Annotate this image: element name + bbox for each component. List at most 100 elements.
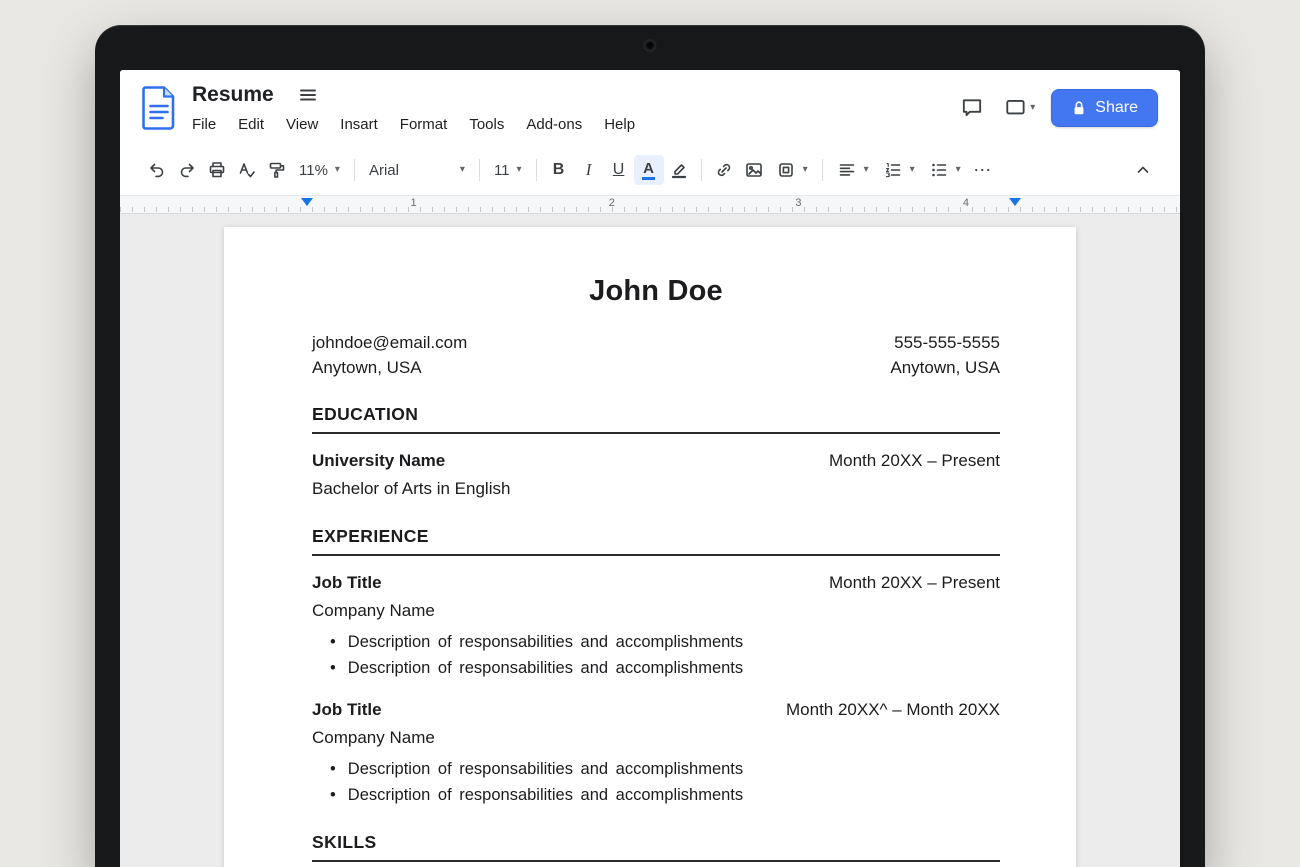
contact-phone: 555-555-5555 (894, 330, 1000, 355)
title-block: Resume File Edit View Insart Format Tool… (192, 79, 635, 136)
paint-format-button[interactable] (262, 155, 292, 185)
collapse-toolbar-button[interactable] (1128, 155, 1158, 185)
spellcheck-button[interactable] (232, 155, 262, 185)
bullet-text: Description of responsabilities and acco… (348, 756, 743, 782)
text-box-dropdown[interactable]: ▾ (769, 155, 815, 185)
menu-tools[interactable]: Tools (469, 114, 504, 136)
align-caret-icon: ▾ (864, 165, 869, 175)
job-2-company: Company Name (312, 726, 1000, 749)
toolbar-divider (536, 159, 537, 181)
education-heading: EDUCATION (312, 404, 1000, 434)
align-icon (837, 160, 857, 180)
job-2-title: Job Title (312, 698, 382, 721)
contact-city-right: Anytown, USA (890, 355, 1000, 380)
bullet-text: Description of responsabilities and acco… (348, 655, 743, 681)
bullet-item: • Description of responsabilities and ac… (312, 655, 1000, 681)
bold-button[interactable]: B (544, 155, 574, 185)
comment-icon[interactable] (956, 92, 988, 124)
insert-link-button[interactable] (709, 155, 739, 185)
bulleted-list-dropdown[interactable]: ▾ (922, 155, 968, 185)
resume-name: John Doe (312, 275, 1000, 308)
toolbar-divider (479, 159, 480, 181)
present-button[interactable]: ▾ (1004, 96, 1035, 120)
font-caret-icon: ▾ (460, 165, 465, 175)
print-button[interactable] (202, 155, 232, 185)
ruler-ticks (120, 207, 1180, 212)
skills-heading: SKILLS (312, 832, 1000, 862)
numbered-list-dropdown[interactable]: ▾ (876, 155, 922, 185)
ruler[interactable]: 1 2 3 4 (120, 195, 1180, 214)
insert-image-button[interactable] (739, 155, 769, 185)
font-size-caret-icon: ▾ (517, 165, 522, 175)
ruler-mark-3: 3 (795, 197, 801, 209)
menu-format[interactable]: Format (400, 114, 448, 136)
experience-heading: EXPERIENCE (312, 526, 1000, 556)
italic-button[interactable]: I (574, 155, 604, 185)
present-caret-icon[interactable]: ▾ (1030, 103, 1035, 113)
bulleted-list-icon (929, 160, 949, 180)
text-color-button[interactable]: A (634, 155, 664, 185)
job-2-bullets: • Description of responsabilities and ac… (312, 756, 1000, 808)
docs-header: Resume File Edit View Insart Format Tool… (120, 70, 1180, 145)
bullet-item: • Description of responsabilities and ac… (312, 629, 1000, 655)
ruler-mark-2: 2 (609, 197, 615, 209)
docs-logo-icon[interactable] (142, 86, 176, 130)
toolbar-divider (701, 159, 702, 181)
education-degree: Bachelor of Arts in English (312, 477, 1000, 500)
menubar: File Edit View Insart Format Tools Add-o… (192, 114, 635, 136)
hamburger-menu-icon[interactable] (292, 79, 324, 111)
more-options-button[interactable]: ⋯ (968, 155, 998, 185)
text-box-icon (776, 160, 796, 180)
menu-view[interactable]: View (286, 114, 318, 136)
redo-button[interactable] (172, 155, 202, 185)
laptop-frame: Resume File Edit View Insart Format Tool… (95, 25, 1205, 867)
zoom-dropdown[interactable]: 11% ▾ (292, 155, 347, 185)
job-2-row: Job Title Month 20XX^ – Month 20XX (312, 698, 1000, 721)
job-1-bullets: • Description of responsabilities and ac… (312, 629, 1000, 681)
contact-row-1: johndoe@email.com 555-555-5555 (312, 330, 1000, 355)
bullet-dot: • (330, 756, 336, 782)
bulleted-list-caret-icon: ▾ (956, 165, 961, 175)
toolbar-divider (354, 159, 355, 181)
education-entry: University Name Month 20XX – Present (312, 449, 1000, 472)
font-family-dropdown[interactable]: Arial ▾ (362, 155, 472, 185)
job-1-title: Job Title (312, 571, 382, 594)
contact-email: johndoe@email.com (312, 330, 467, 355)
document-canvas: John Doe johndoe@email.com 555-555-5555 … (120, 214, 1180, 867)
zoom-caret-icon: ▾ (335, 165, 340, 175)
right-indent-marker[interactable] (1009, 198, 1021, 206)
job-2-dates: Month 20XX^ – Month 20XX (786, 698, 1000, 721)
app-window: Resume File Edit View Insart Format Tool… (120, 70, 1180, 867)
contact-city-left: Anytown, USA (312, 355, 422, 380)
job-1-row: Job Title Month 20XX – Present (312, 571, 1000, 594)
document-page[interactable]: John Doe johndoe@email.com 555-555-5555 … (224, 227, 1076, 867)
bullet-text: Description of responsabilities and acco… (348, 782, 743, 808)
header-actions: ▾ Share (956, 89, 1158, 127)
share-button[interactable]: Share (1051, 89, 1158, 127)
contact-row-2: Anytown, USA Anytown, USA (312, 355, 1000, 380)
bullet-text: Description of responsabilities and acco… (348, 629, 743, 655)
bullet-dot: • (330, 629, 336, 655)
font-size-dropdown[interactable]: 11 ▾ (487, 155, 529, 185)
zoom-value: 11% (299, 162, 328, 179)
undo-button[interactable] (142, 155, 172, 185)
menu-addons[interactable]: Add-ons (526, 114, 582, 136)
toolbar-divider (822, 159, 823, 181)
menu-help[interactable]: Help (604, 114, 635, 136)
bullet-dot: • (330, 782, 336, 808)
bullet-item: • Description of responsabilities and ac… (312, 782, 1000, 808)
numbered-list-icon (883, 160, 903, 180)
menu-insert[interactable]: Insart (340, 114, 378, 136)
font-size-value: 11 (494, 162, 510, 179)
job-1-dates: Month 20XX – Present (829, 571, 1000, 594)
font-family-value: Arial (369, 162, 399, 179)
menu-file[interactable]: File (192, 114, 216, 136)
underline-button[interactable]: U (604, 155, 634, 185)
menu-edit[interactable]: Edit (238, 114, 264, 136)
document-title[interactable]: Resume (192, 83, 274, 107)
numbered-list-caret-icon: ▾ (910, 165, 915, 175)
bullet-item: • Description of responsabilities and ac… (312, 756, 1000, 782)
align-dropdown[interactable]: ▾ (830, 155, 876, 185)
highlight-button[interactable] (664, 155, 694, 185)
left-indent-marker[interactable] (301, 198, 313, 206)
